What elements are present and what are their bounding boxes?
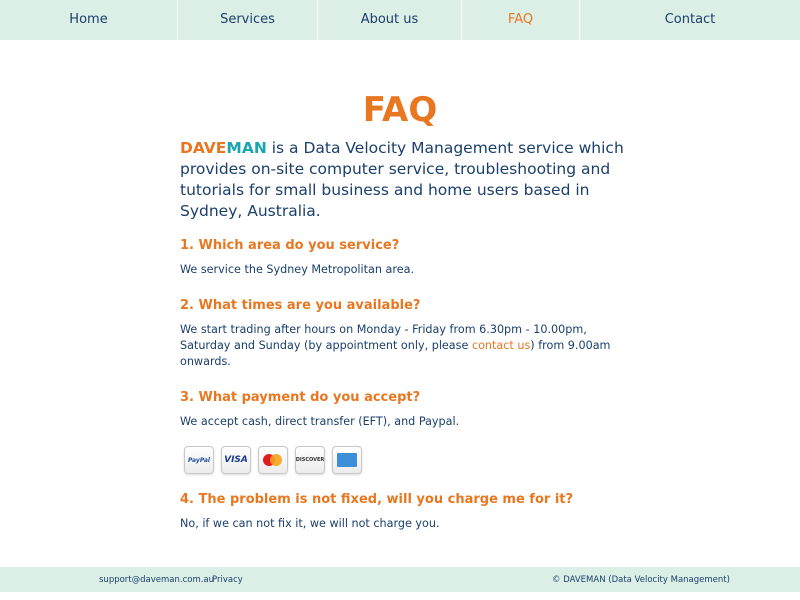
faq-answer-1: We service the Sydney Metropolitan area. [180, 263, 415, 276]
nav-home[interactable]: Home [0, 0, 178, 40]
faq-answer-3: We accept cash, direct transfer (EFT), a… [180, 415, 460, 428]
faq-question-3: 3. What payment do you accept? [180, 390, 421, 405]
top-nav: Home Services About us FAQ Contact [0, 0, 800, 40]
page-title: FAQ [362, 90, 438, 130]
faq-question-2: 2. What times are you available? [180, 298, 421, 313]
amex-icon [332, 446, 362, 474]
brand-name-part1: DAVE [180, 139, 227, 157]
discover-label: DISCOVER [295, 457, 325, 463]
faq-answer-2: We start trading after hours on Monday -… [180, 322, 630, 370]
contact-us-link[interactable]: contact us [472, 339, 530, 352]
faq-question-4: 4. The problem is not fixed, will you ch… [180, 492, 574, 507]
discover-icon: DISCOVER [295, 446, 325, 474]
paypal-icon: PayPal [184, 446, 214, 474]
footer-copyright: © DAVEMAN (Data Velocity Management) [552, 575, 730, 585]
mastercard-icon [258, 446, 288, 474]
intro-paragraph: DAVEMAN is a Data Velocity Management se… [180, 138, 630, 222]
paypal-label: PayPal [188, 456, 210, 464]
footer-email-link[interactable]: support@daveman.com.au [99, 575, 214, 585]
faq-answer-4: No, if we can not fix it, we will not ch… [180, 517, 440, 530]
nav-services[interactable]: Services [178, 0, 318, 40]
nav-about-us[interactable]: About us [318, 0, 462, 40]
main-content: FAQ DAVEMAN is a Data Velocity Managemen… [180, 90, 630, 552]
footer: support@daveman.com.au Privacy © DAVEMAN… [0, 567, 800, 592]
footer-privacy-link[interactable]: Privacy [212, 575, 243, 585]
faq-question-1: 1. Which area do you service? [180, 238, 400, 253]
visa-icon: VISA [221, 446, 251, 474]
visa-label: VISA [224, 455, 248, 465]
nav-faq[interactable]: FAQ [462, 0, 580, 40]
nav-contact[interactable]: Contact [580, 0, 800, 40]
payment-methods: PayPal VISA DISCOVER [184, 446, 630, 474]
brand-name-part2: MAN [226, 139, 267, 157]
